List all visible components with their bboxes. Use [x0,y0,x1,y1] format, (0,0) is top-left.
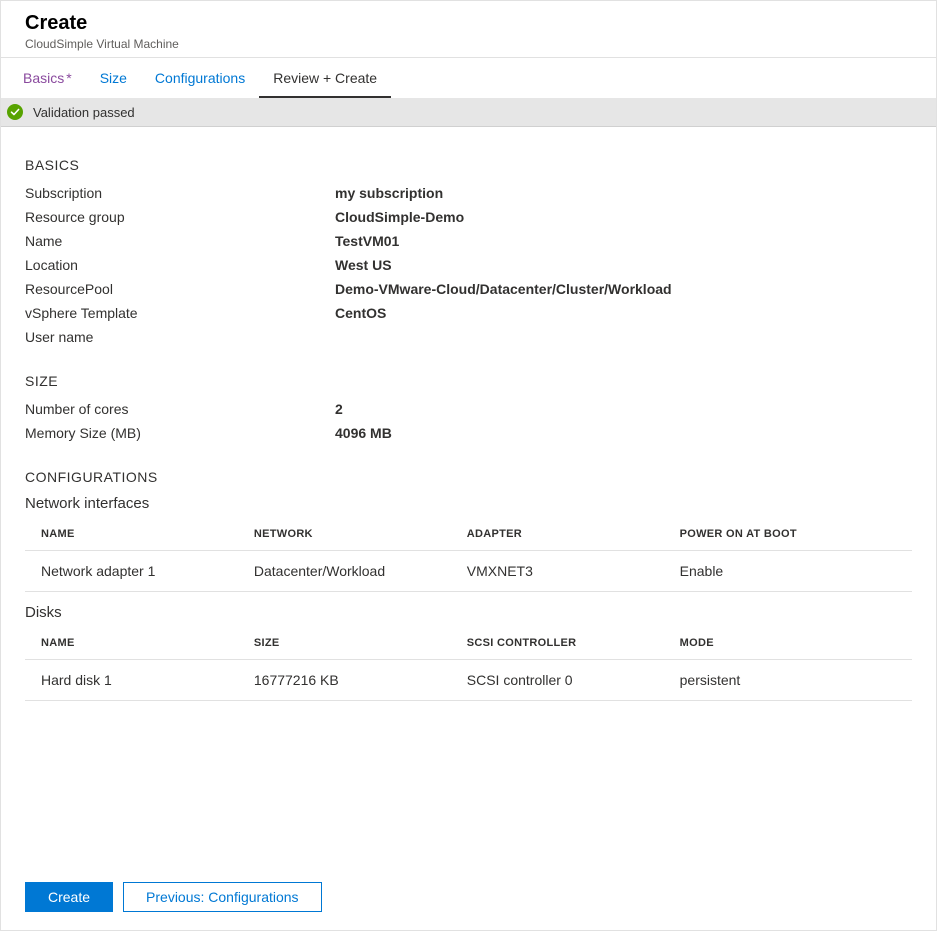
col-disk-scsi: SCSI CONTROLLER [451,627,664,660]
row-location: Location West US [25,253,912,277]
section-title-size: SIZE [25,373,912,389]
heading-disks: Disks [25,604,912,621]
col-nic-name: NAME [25,518,238,551]
cell-nic-adapter: VMXNET3 [451,551,664,592]
label-vsphere-template: vSphere Template [25,305,335,321]
network-interfaces-table: NAME NETWORK ADAPTER POWER ON AT BOOT Ne… [25,518,912,592]
wizard-tabs: Basics* Size Configurations Review + Cre… [1,58,936,98]
col-disk-mode: MODE [664,627,912,660]
label-resource-group: Resource group [25,209,335,225]
col-nic-power: POWER ON AT BOOT [664,518,912,551]
cell-disk-mode: persistent [664,660,912,701]
label-subscription: Subscription [25,185,335,201]
col-nic-network: NETWORK [238,518,451,551]
col-nic-adapter: ADAPTER [451,518,664,551]
value-location: West US [335,257,392,273]
label-memory: Memory Size (MB) [25,425,335,441]
previous-button[interactable]: Previous: Configurations [123,882,322,912]
label-location: Location [25,257,335,273]
row-resource-group: Resource group CloudSimple-Demo [25,205,912,229]
section-title-configurations: CONFIGURATIONS [25,469,912,485]
page-title: Create [25,11,912,35]
cell-disk-scsi: SCSI controller 0 [451,660,664,701]
tab-review-create[interactable]: Review + Create [259,58,391,98]
tab-basics-label: Basics [23,70,64,86]
tab-configurations[interactable]: Configurations [141,58,259,98]
value-vsphere-template: CentOS [335,305,386,321]
row-resource-pool: ResourcePool Demo-VMware-Cloud/Datacente… [25,277,912,301]
label-user-name: User name [25,329,335,345]
page-subtitle: CloudSimple Virtual Machine [25,37,912,51]
value-name: TestVM01 [335,233,399,249]
check-circle-icon [7,104,23,120]
label-name: Name [25,233,335,249]
label-cores: Number of cores [25,401,335,417]
row-user-name: User name [25,325,912,349]
create-button[interactable]: Create [25,882,113,912]
value-cores: 2 [335,401,343,417]
tab-size[interactable]: Size [86,58,141,98]
value-memory: 4096 MB [335,425,392,441]
col-disk-name: NAME [25,627,238,660]
table-row: Network adapter 1 Datacenter/Workload VM… [25,551,912,592]
row-subscription: Subscription my subscription [25,181,912,205]
cell-disk-size: 16777216 KB [238,660,451,701]
col-disk-size: SIZE [238,627,451,660]
row-memory: Memory Size (MB) 4096 MB [25,421,912,445]
cell-disk-name: Hard disk 1 [25,660,238,701]
row-vsphere-template: vSphere Template CentOS [25,301,912,325]
cell-nic-name: Network adapter 1 [25,551,238,592]
value-resource-pool: Demo-VMware-Cloud/Datacenter/Cluster/Wor… [335,281,672,297]
validation-message: Validation passed [33,105,135,120]
heading-network-interfaces: Network interfaces [25,495,912,512]
label-resource-pool: ResourcePool [25,281,335,297]
table-row: Hard disk 1 16777216 KB SCSI controller … [25,660,912,701]
disks-table: NAME SIZE SCSI CONTROLLER MODE Hard disk… [25,627,912,701]
value-subscription: my subscription [335,185,443,201]
tab-basics[interactable]: Basics* [9,58,86,98]
section-title-basics: BASICS [25,157,912,173]
validation-status-bar: Validation passed [1,98,936,127]
cell-nic-power: Enable [664,551,912,592]
value-resource-group: CloudSimple-Demo [335,209,464,225]
row-cores: Number of cores 2 [25,397,912,421]
row-name: Name TestVM01 [25,229,912,253]
cell-nic-network: Datacenter/Workload [238,551,451,592]
modified-indicator-icon: * [66,70,71,86]
